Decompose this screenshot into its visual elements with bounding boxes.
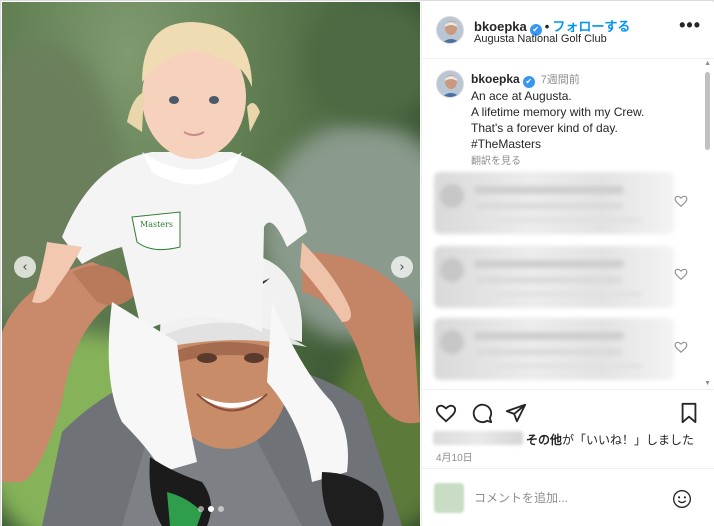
- see-translation-link[interactable]: 翻訳を見る: [471, 154, 696, 170]
- separator-dot: •: [544, 19, 550, 34]
- likes-text: その他が「いいね！」しました: [526, 431, 694, 448]
- carousel-dots: [2, 506, 420, 512]
- post-header: bkoepka ✔ • フォローする Augusta National Golf Cl…: [422, 2, 714, 59]
- scroll-down-arrow-icon[interactable]: ▼: [704, 380, 711, 387]
- previous-photo-button[interactable]: ‹: [14, 256, 36, 278]
- like-heart-icon[interactable]: [435, 402, 457, 424]
- current-user-avatar: [434, 483, 464, 513]
- carousel-dot: [208, 506, 214, 512]
- caption-line: A lifetime memory with my Crew.: [471, 105, 645, 119]
- username-link[interactable]: bkoepka: [474, 19, 527, 34]
- caption-line: An ace at Augusta.: [471, 89, 572, 103]
- bookmark-save-icon[interactable]: [678, 402, 700, 424]
- carousel-dot: [198, 506, 204, 512]
- caption-avatar[interactable]: [436, 70, 464, 98]
- add-comment-bar: [422, 468, 714, 526]
- blurred-comment: [434, 172, 674, 234]
- caption-username[interactable]: bkoepka: [471, 72, 520, 86]
- blurred-comment: [434, 318, 674, 380]
- follow-button[interactable]: フォローする: [552, 19, 630, 34]
- scrollbar-thumb[interactable]: [705, 72, 710, 150]
- caption-timestamp[interactable]: 7週間前: [541, 74, 580, 86]
- photo-scene: Masters: [2, 22, 420, 526]
- post-dialog: Masters ‹ › bkoepka ✔ • フォローする Augusta N…: [0, 0, 714, 526]
- next-photo-button[interactable]: ›: [391, 256, 413, 278]
- caption-line: That's a forever kind of day.: [471, 121, 618, 135]
- post-photo[interactable]: Masters ‹ ›: [2, 2, 420, 526]
- comment-input[interactable]: [474, 489, 664, 507]
- share-paper-plane-icon[interactable]: [505, 402, 527, 424]
- likes-others-link[interactable]: その他: [526, 433, 562, 447]
- hashtag-link[interactable]: #TheMasters: [471, 136, 696, 152]
- comment-bubble-icon[interactable]: [471, 402, 493, 424]
- scroll-up-arrow-icon[interactable]: ▲: [704, 60, 711, 67]
- likes-suffix: が「いいね！」しました: [562, 433, 695, 447]
- avatar-image: [437, 71, 463, 97]
- post-caption: bkoepka ✔ 7週間前 An ace at Augusta. A lifeti…: [471, 71, 696, 170]
- comment-like-heart-icon[interactable]: [674, 267, 688, 281]
- avatar-image: [437, 17, 463, 43]
- cap-logo-text: Masters: [140, 220, 173, 229]
- blurred-comment: [434, 246, 674, 308]
- location-link[interactable]: Augusta National Golf Club: [474, 33, 607, 45]
- action-bar: [422, 389, 714, 435]
- likes-summary[interactable]: その他が「いいね！」しました: [433, 430, 711, 448]
- comment-like-heart-icon[interactable]: [674, 194, 688, 208]
- comment-like-heart-icon[interactable]: [674, 340, 688, 354]
- emoji-icon[interactable]: [672, 489, 692, 509]
- more-options-icon[interactable]: •••: [679, 15, 701, 36]
- post-sidebar: bkoepka ✔ • フォローする Augusta National Golf Cl…: [421, 2, 714, 526]
- blurred-liker-name: [433, 431, 523, 445]
- avatar[interactable]: [436, 16, 464, 44]
- comments-area[interactable]: bkoepka ✔ 7週間前 An ace at Augusta. A lifeti…: [422, 60, 714, 388]
- caption-text: An ace at Augusta. A lifetime memory wit…: [471, 88, 696, 152]
- post-date[interactable]: 4月10日: [436, 449, 473, 464]
- carousel-dot: [218, 506, 224, 512]
- verified-badge-icon: ✔: [522, 76, 535, 88]
